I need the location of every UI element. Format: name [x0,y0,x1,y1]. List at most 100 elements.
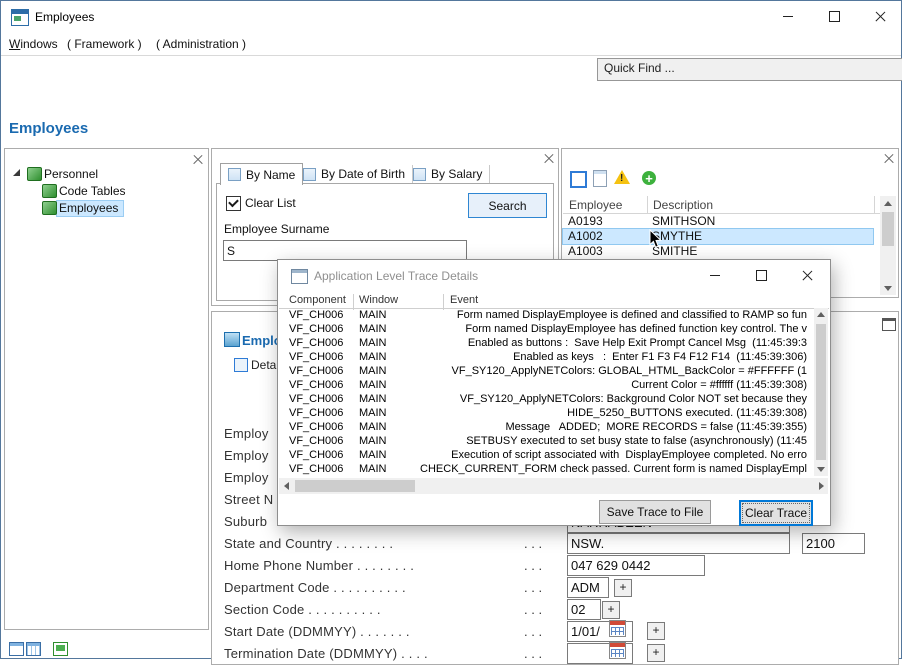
quick-find-box[interactable]: Quick Find ... [597,58,902,81]
scroll-down-button[interactable] [814,463,828,476]
grid-view-icon[interactable] [26,642,41,656]
panel-close-icon[interactable] [193,155,203,165]
tab-label: By Date of Birth [321,167,405,181]
scroll-left-button[interactable] [279,478,293,494]
section-input[interactable] [567,599,601,620]
dots: . . . [524,624,542,639]
scroll-right-button[interactable] [814,478,828,494]
trace-row[interactable]: VF_CH006MAINCurrent Color = #ffffff (11:… [279,378,813,392]
trace-header: Component Window Event [279,292,829,309]
column-employee[interactable]: Employee [569,198,622,212]
list-header: Employee Description [563,196,881,214]
scroll-up-button[interactable] [814,308,828,321]
section-prompt-button[interactable]: + [602,601,620,619]
close-icon [875,11,886,22]
scroll-down-button[interactable] [880,281,896,295]
restore-icon[interactable] [882,318,896,331]
trace-row[interactable]: VF_CH006MAINEnabled as buttons : Save He… [279,336,813,350]
tree-node-employees[interactable]: Employees [59,201,118,215]
column-divider[interactable] [647,196,648,213]
trace-row[interactable]: VF_CH006MAINCHECK_CURRENT_FORM check pas… [279,462,813,476]
dots: . . . [524,536,542,551]
panel-close-icon[interactable] [544,154,554,164]
field-label: Street N [224,492,273,507]
document-icon[interactable] [593,170,607,187]
warning-icon[interactable] [614,170,630,184]
app-window: { "colors": {"accent": "#0078d7", "selec… [0,0,902,659]
tree-node-personnel[interactable]: Personnel [44,167,98,181]
minimize-icon [710,275,720,276]
add-icon[interactable]: + [642,171,656,185]
calendar-icon[interactable] [609,642,626,659]
trace-row[interactable]: VF_CH006MAINSETBUSY executed to set busy… [279,434,813,448]
select-icon[interactable] [570,171,587,188]
close-button[interactable] [857,1,902,32]
field-label-state-country: State and Country . . . . . . . . [224,536,393,551]
start-date-prompt-button[interactable]: + [647,622,665,640]
scrollbar-thumb[interactable] [816,324,826,460]
by-salary-tab-icon [413,168,426,181]
dots: . . . [524,602,542,617]
tab-by-name[interactable]: By Name [220,163,303,185]
tab-by-date-of-birth[interactable]: By Date of Birth [296,165,413,183]
field-label: Employ [224,448,269,463]
field-label-start-date: Start Date (DDMMYY) . . . . . . . [224,624,410,639]
employee-description: SMITHSON [652,214,715,229]
department-input[interactable] [567,577,609,598]
trace-row[interactable]: VF_CH006MAINForm named DisplayEmployee h… [279,322,813,336]
phone-input[interactable] [567,555,705,576]
column-divider[interactable] [874,196,875,213]
department-prompt-button[interactable]: + [614,579,632,597]
employee-row-selected[interactable]: A1002 SMYTHE [563,229,873,244]
up-arrow-icon [817,312,825,317]
menu-administration[interactable]: ( Administration ) [156,37,246,51]
clear-list-checkbox[interactable] [226,196,241,211]
menubar: Windows ( Framework ) ( Administration ) [1,32,901,56]
panel-close-icon[interactable] [884,154,894,164]
left-arrow-icon [284,482,289,490]
calendar-icon[interactable] [609,620,626,637]
trace-row[interactable]: VF_CH006MAINMessage ADDED; MORE RECORDS … [279,420,813,434]
menu-framework[interactable]: ( Framework ) [67,37,142,51]
dialog-minimize-button[interactable] [692,260,738,291]
dialog-maximize-button[interactable] [738,260,784,291]
trace-row[interactable]: VF_CH006MAINEnabled as keys : Enter F1 F… [279,350,813,364]
surname-input[interactable] [223,240,467,261]
dialog-icon [291,269,308,284]
column-description[interactable]: Description [653,198,713,212]
field-label-home-phone: Home Phone Number . . . . . . . . [224,558,414,573]
scroll-up-button[interactable] [880,196,896,210]
scrollbar-thumb[interactable] [882,212,894,246]
column-component[interactable]: Component [289,294,346,306]
tab-label: By Salary [431,167,482,181]
maximize-button[interactable] [811,1,857,32]
employees-node-icon [42,201,57,215]
trace-row[interactable]: VF_CH006MAINExecution of script associat… [279,448,813,462]
tree-expander-icon[interactable] [13,169,20,176]
trace-row[interactable]: VF_CH006MAINHIDE_5250_BUTTONS executed. … [279,406,813,420]
search-button[interactable]: Search [468,193,547,218]
clear-trace-button[interactable]: Clear Trace [739,500,813,526]
list-view-icon[interactable] [9,642,24,656]
sheet-view-icon[interactable] [53,642,68,656]
dialog-close-button[interactable] [784,260,830,291]
trace-list: VF_CH006MAINForm named DisplayEmployee i… [279,308,813,476]
field-label-section: Section Code . . . . . . . . . . [224,602,381,617]
termination-date-prompt-button[interactable]: + [647,644,665,662]
column-window[interactable]: Window [359,294,398,306]
tab-by-salary[interactable]: By Salary [406,165,490,183]
scrollbar-thumb[interactable] [295,480,415,492]
column-event[interactable]: Event [450,294,478,306]
save-trace-button[interactable]: Save Trace to File [599,500,711,524]
employee-row[interactable]: A1003 SMITHE [563,244,873,259]
state-input[interactable] [567,533,790,554]
dots: . . . [524,580,542,595]
tree-node-code-tables[interactable]: Code Tables [59,184,126,198]
menu-windows[interactable]: Windows [9,37,58,51]
postcode-input[interactable] [802,533,865,554]
trace-row[interactable]: VF_CH006MAINForm named DisplayEmployee i… [279,308,813,322]
trace-row[interactable]: VF_CH006MAINVF_SY120_ApplyNETColors: GLO… [279,364,813,378]
trace-row[interactable]: VF_CH006MAINVF_SY120_ApplyNETColors: Bac… [279,392,813,406]
minimize-button[interactable] [765,1,811,32]
employee-row[interactable]: A0193 SMITHSON [563,214,873,229]
